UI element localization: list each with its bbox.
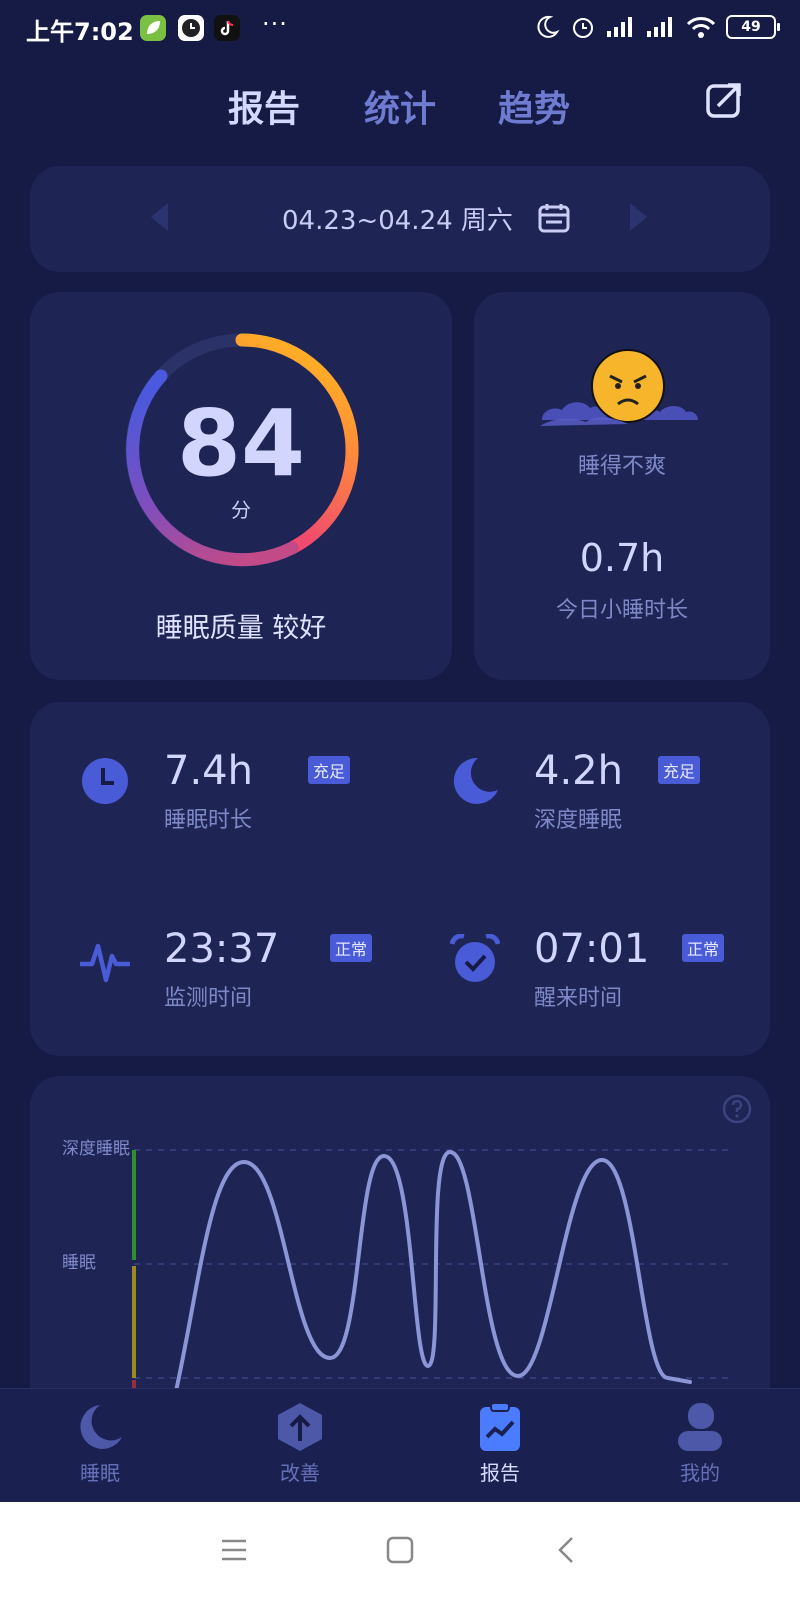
nav-profile[interactable]: 我的 [640, 1401, 760, 1497]
metric-monitor-time[interactable]: 23:37 正常 监测时间 [80, 926, 410, 1016]
menu-icon[interactable] [216, 1532, 252, 1568]
nav-report[interactable]: 报告 [440, 1401, 560, 1497]
metric-value: 4.2h [534, 748, 623, 794]
battery-indicator: 49 [726, 15, 780, 39]
tab-statistics[interactable]: 统计 [364, 80, 436, 132]
tab-report[interactable]: 报告 [228, 80, 300, 132]
wifi-icon [686, 17, 716, 38]
bottom-nav: 睡眠 改善 报告 我的 [0, 1388, 800, 1502]
nap-duration-value: 0.7h [579, 536, 665, 580]
mood-text: 睡得不爽 [577, 454, 666, 479]
heartbeat-icon [80, 943, 130, 983]
mood-card[interactable]: 睡得不爽 0.7h 今日小睡时长 [474, 292, 770, 680]
metric-label: 深度睡眠 [534, 808, 623, 833]
tiktok-app-icon [214, 15, 240, 41]
nav-label: 改善 [280, 1461, 320, 1485]
more-notifications: ··· [262, 10, 288, 38]
report-icon [480, 1402, 520, 1451]
tab-trend[interactable]: 趋势 [498, 80, 570, 132]
stage-bar-sleep [132, 1266, 136, 1378]
status-badge: 充足 [658, 756, 701, 784]
moon-icon [80, 1405, 122, 1449]
sleep-stage-chart [132, 1149, 730, 1400]
metric-wake-time[interactable]: 07:01 正常 醒来时间 [450, 926, 780, 1016]
sleep-score-card[interactable]: 84 分 睡眠质量 较好 [30, 292, 452, 680]
nav-label: 报告 [480, 1461, 520, 1485]
status-badge: 正常 [330, 934, 373, 962]
nav-label: 我的 [680, 1461, 720, 1485]
moon-icon [453, 757, 498, 804]
nav-sleep[interactable]: 睡眠 [40, 1401, 160, 1497]
metric-value: 07:01 [534, 926, 650, 972]
nap-duration-label: 今日小睡时长 [555, 598, 688, 623]
nav-improve[interactable]: 改善 [240, 1401, 360, 1497]
sleep-curve [172, 1149, 692, 1400]
nav-label: 睡眠 [80, 1461, 120, 1485]
moon-icon [537, 15, 560, 38]
alarm-clock-icon [450, 934, 500, 982]
alarm-icon [573, 18, 593, 38]
metric-value: 7.4h [164, 748, 253, 794]
angry-face-cloud-icon [540, 349, 698, 426]
signal-icon [647, 17, 672, 37]
status-badge: 正常 [682, 934, 725, 962]
system-nav-bar [0, 1502, 800, 1600]
date-range-text[interactable]: 04.23~04.24 周六 [282, 200, 513, 237]
date-selector: 04.23~04.24 周六 [30, 166, 770, 272]
sleep-quality-text: 睡眠质量 较好 [155, 613, 327, 644]
leaf-app-icon [140, 15, 166, 41]
share-icon[interactable] [704, 80, 744, 120]
metric-deep-sleep[interactable]: 4.2h 充足 深度睡眠 [450, 748, 780, 838]
metric-label: 监测时间 [164, 986, 253, 1011]
stage-bar-deep [132, 1150, 136, 1260]
status-bar: 上午7:02 ··· 49 [0, 0, 800, 56]
next-day-arrow-icon[interactable] [626, 200, 650, 234]
calendar-icon[interactable] [538, 202, 570, 234]
top-tabs: 报告 统计 趋势 [0, 74, 800, 130]
clock-app-icon [178, 15, 204, 41]
clock-icon [82, 758, 128, 804]
metric-label: 醒来时间 [534, 986, 623, 1011]
status-time: 上午7:02 [26, 18, 134, 46]
score-value: 84 [176, 390, 306, 497]
prev-day-arrow-icon[interactable] [148, 200, 172, 234]
improve-icon [278, 1403, 322, 1451]
home-icon[interactable] [382, 1532, 418, 1568]
profile-icon [678, 1403, 722, 1451]
back-icon[interactable] [550, 1532, 586, 1568]
metric-sleep-duration[interactable]: 7.4h 充足 睡眠时长 [80, 748, 410, 838]
status-badge: 充足 [308, 756, 351, 784]
signal-icon [607, 17, 632, 37]
metric-label: 睡眠时长 [164, 808, 253, 833]
score-unit: 分 [231, 498, 251, 522]
sleep-metrics-card: 7.4h 充足 睡眠时长 4.2h 充足 深度睡眠 23:37 正常 监测时间 … [30, 702, 770, 1056]
metric-value: 23:37 [164, 926, 280, 972]
